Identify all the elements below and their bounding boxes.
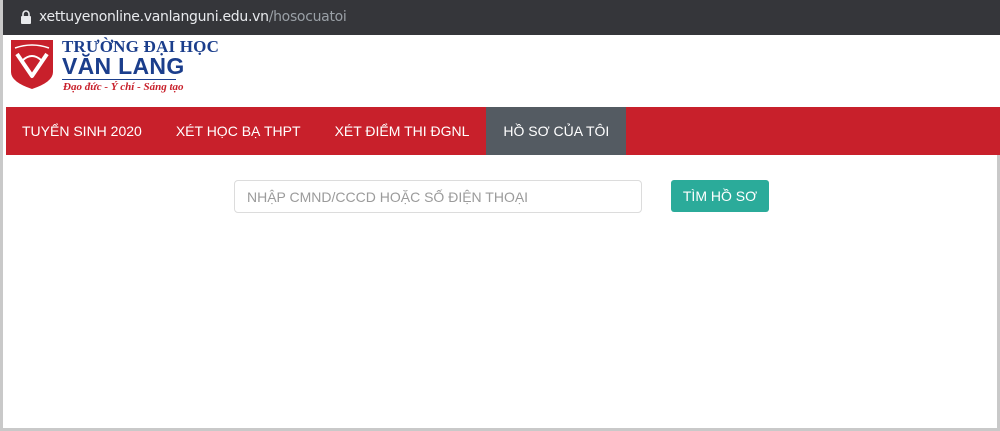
nav-item-xet-hoc-ba-thpt[interactable]: XÉT HỌC BẠ THPT xyxy=(159,107,318,155)
nav-item-label: XÉT ĐIỂM THI ĐGNL xyxy=(334,123,470,139)
site-header: TRƯỜNG ĐẠI HỌC VĂN LANG Đạo đức - Ý chí … xyxy=(6,35,1000,107)
find-record-button[interactable]: TÌM HỒ SƠ xyxy=(671,180,769,212)
nav-item-ho-so-cua-toi[interactable]: HỒ SƠ CỦA TÔI xyxy=(486,107,627,155)
nav-item-label: HỒ SƠ CỦA TÔI xyxy=(503,123,610,139)
url-text[interactable]: xettuyenonline.vanlanguni.edu.vn/hosocua… xyxy=(39,9,347,26)
nav-item-label: TUYỂN SINH 2020 xyxy=(22,123,142,139)
nav-item-xet-diem-thi-dgnl[interactable]: XÉT ĐIỂM THI ĐGNL xyxy=(318,107,487,155)
lock-icon xyxy=(21,10,31,24)
shield-logo-icon[interactable] xyxy=(9,38,55,90)
url-host: xettuyenonline.vanlanguni.edu.vn xyxy=(39,9,269,25)
logo-divider xyxy=(62,79,176,80)
logo-university-name: VĂN LANG xyxy=(62,53,185,79)
nav-item-tuyen-sinh-2020[interactable]: TUYỂN SINH 2020 xyxy=(6,107,159,155)
url-path: /hosocuatoi xyxy=(268,9,347,25)
id-or-phone-search-input[interactable] xyxy=(234,180,642,213)
nav-item-label: XÉT HỌC BẠ THPT xyxy=(175,123,301,139)
main-nav: TUYỂN SINH 2020 XÉT HỌC BẠ THPT XÉT ĐIỂM… xyxy=(6,107,1000,155)
logo-motto: Đạo đức - Ý chí - Sáng tạo xyxy=(63,81,184,93)
page-frame: xettuyenonline.vanlanguni.edu.vn/hosocua… xyxy=(0,0,1000,431)
browser-address-bar[interactable]: xettuyenonline.vanlanguni.edu.vn/hosocua… xyxy=(3,0,1000,35)
